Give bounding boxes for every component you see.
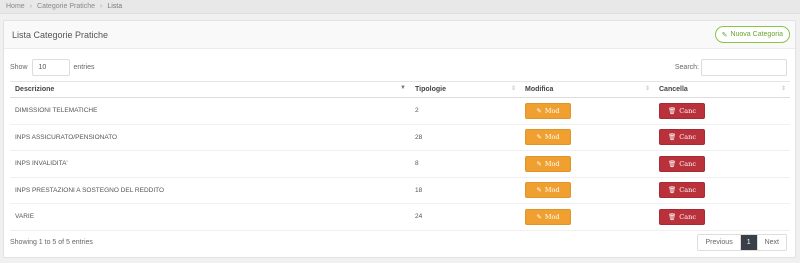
cell-modifica: ✎ Mod bbox=[520, 124, 654, 151]
breadcrumb-home[interactable]: Home bbox=[6, 3, 25, 10]
sort-icon: ⇕ bbox=[780, 86, 786, 92]
canc-label: Canc bbox=[679, 133, 696, 142]
cell-cancella: 🗑 Canc bbox=[654, 151, 790, 178]
table-row: INPS ASSICURATO/PENSIONATO 28 ✎ Mod 🗑 Canc bbox=[10, 124, 790, 151]
cell-cancella: 🗑 Canc bbox=[654, 98, 790, 125]
table-row: INPS INVALIDITA' 8 ✎ Mod 🗑 Canc bbox=[10, 151, 790, 178]
table-row: INPS PRESTAZIONI A SOSTEGNO DEL REDDITO 1… bbox=[10, 177, 790, 204]
cell-tipologie: 28 bbox=[415, 133, 423, 141]
new-category-button[interactable]: ✎ Nuova Categoria bbox=[714, 26, 790, 43]
sort-icon: ⇕ bbox=[644, 86, 650, 92]
canc-label: Canc bbox=[679, 186, 696, 195]
mod-button[interactable]: ✎ Mod bbox=[525, 155, 571, 172]
cell-descrizione: VARIE bbox=[15, 213, 35, 221]
pagination-page-1[interactable]: 1 bbox=[740, 234, 757, 250]
new-category-label: Nuova Categoria bbox=[730, 31, 783, 38]
canc-button[interactable]: 🗑 Canc bbox=[659, 102, 705, 119]
breadcrumb-current: Lista bbox=[107, 3, 123, 10]
categories-table: Descrizione ▼ Tipologie ⇕ Modifica ⇕ Cancel… bbox=[10, 81, 790, 231]
column-header-tipologie[interactable]: Tipologie ⇕ bbox=[410, 82, 520, 98]
column-header-descrizione[interactable]: Descrizione ▼ bbox=[10, 82, 410, 98]
breadcrumb-section[interactable]: Categorie Pratiche bbox=[37, 3, 95, 10]
pagination-next[interactable]: Next bbox=[756, 234, 786, 250]
edit-icon: ✎ bbox=[536, 159, 542, 168]
entries-label: entries bbox=[73, 63, 95, 71]
table-row: DIMISSIONI TELEMATICHE 2 ✎ Mod 🗑 Canc bbox=[10, 98, 790, 125]
edit-icon: ✎ bbox=[536, 212, 542, 221]
canc-label: Canc bbox=[679, 159, 696, 168]
mod-label: Mod bbox=[544, 186, 560, 195]
mod-label: Mod bbox=[544, 159, 560, 168]
cell-modifica: ✎ Mod bbox=[520, 98, 654, 125]
canc-label: Canc bbox=[679, 212, 696, 221]
cell-modifica: ✎ Mod bbox=[520, 204, 654, 231]
mod-label: Mod bbox=[544, 106, 560, 115]
breadcrumb-separator-icon: › bbox=[100, 3, 103, 10]
breadcrumb: Home › Categorie Pratiche › Lista bbox=[0, 0, 800, 14]
cell-tipologie: 24 bbox=[415, 213, 423, 221]
mod-button[interactable]: ✎ Mod bbox=[525, 208, 571, 225]
canc-button[interactable]: 🗑 Canc bbox=[659, 129, 705, 146]
canc-button[interactable]: 🗑 Canc bbox=[659, 208, 705, 225]
cell-cancella: 🗑 Canc bbox=[654, 204, 790, 231]
categories-panel: Lista Categorie Pratiche ✎ Nuova Categor… bbox=[3, 20, 796, 258]
pencil-icon: ✎ bbox=[721, 31, 728, 39]
cell-tipologie: 8 bbox=[415, 160, 419, 168]
table-controls: Show 10 entries Search: bbox=[4, 57, 795, 77]
trash-icon: 🗑 bbox=[668, 212, 677, 221]
show-entries: Show 10 entries bbox=[10, 58, 95, 76]
cell-descrizione: DIMISSIONI TELEMATICHE bbox=[15, 107, 98, 115]
table-footer: Showing 1 to 5 of 5 entries Previous 1 N… bbox=[4, 231, 795, 253]
breadcrumb-separator-icon: › bbox=[29, 3, 33, 10]
mod-label: Mod bbox=[544, 212, 560, 221]
canc-button[interactable]: 🗑 Canc bbox=[659, 182, 705, 199]
entries-select[interactable]: 10 bbox=[31, 58, 70, 76]
cell-modifica: ✎ Mod bbox=[520, 151, 654, 178]
trash-icon: 🗑 bbox=[668, 133, 677, 142]
trash-icon: 🗑 bbox=[668, 106, 677, 115]
edit-icon: ✎ bbox=[536, 186, 542, 195]
cell-descrizione: INPS ASSICURATO/PENSIONATO bbox=[15, 133, 118, 141]
sort-icon: ⇕ bbox=[510, 86, 516, 92]
cell-descrizione: INPS PRESTAZIONI A SOSTEGNO DEL REDDITO bbox=[15, 186, 165, 194]
sort-desc-icon: ▼ bbox=[400, 85, 406, 91]
pagination: Previous 1 Next bbox=[697, 233, 787, 251]
cell-descrizione: INPS INVALIDITA' bbox=[15, 160, 68, 168]
trash-icon: 🗑 bbox=[668, 159, 677, 168]
mod-button[interactable]: ✎ Mod bbox=[525, 182, 571, 199]
pagination-previous[interactable]: Previous bbox=[698, 234, 741, 250]
column-header-modifica[interactable]: Modifica ⇕ bbox=[520, 82, 654, 98]
cell-tipologie: 2 bbox=[415, 107, 419, 115]
canc-button[interactable]: 🗑 Canc bbox=[659, 155, 705, 172]
entries-info: Showing 1 to 5 of 5 entries bbox=[10, 238, 93, 246]
page-title: Lista Categorie Pratiche bbox=[12, 29, 109, 40]
table-header-row: Descrizione ▼ Tipologie ⇕ Modifica ⇕ Cancel… bbox=[10, 81, 790, 98]
cell-cancella: 🗑 Canc bbox=[654, 124, 790, 151]
cell-modifica: ✎ Mod bbox=[520, 177, 654, 204]
search-label: Search: bbox=[674, 63, 699, 71]
mod-button[interactable]: ✎ Mod bbox=[525, 129, 571, 146]
panel-header: Lista Categorie Pratiche ✎ Nuova Categor… bbox=[4, 21, 795, 49]
column-header-cancella[interactable]: Cancella ⇕ bbox=[654, 82, 790, 98]
search: Search: bbox=[674, 58, 787, 76]
mod-label: Mod bbox=[544, 133, 560, 142]
cell-tipologie: 18 bbox=[415, 186, 423, 194]
cell-cancella: 🗑 Canc bbox=[654, 177, 790, 204]
show-label: Show bbox=[10, 63, 28, 71]
edit-icon: ✎ bbox=[536, 106, 542, 115]
search-input[interactable] bbox=[701, 58, 787, 76]
mod-button[interactable]: ✎ Mod bbox=[525, 102, 571, 119]
trash-icon: 🗑 bbox=[668, 186, 677, 195]
canc-label: Canc bbox=[679, 106, 696, 115]
edit-icon: ✎ bbox=[536, 133, 542, 142]
table-row: VARIE 24 ✎ Mod 🗑 Canc bbox=[10, 204, 790, 231]
